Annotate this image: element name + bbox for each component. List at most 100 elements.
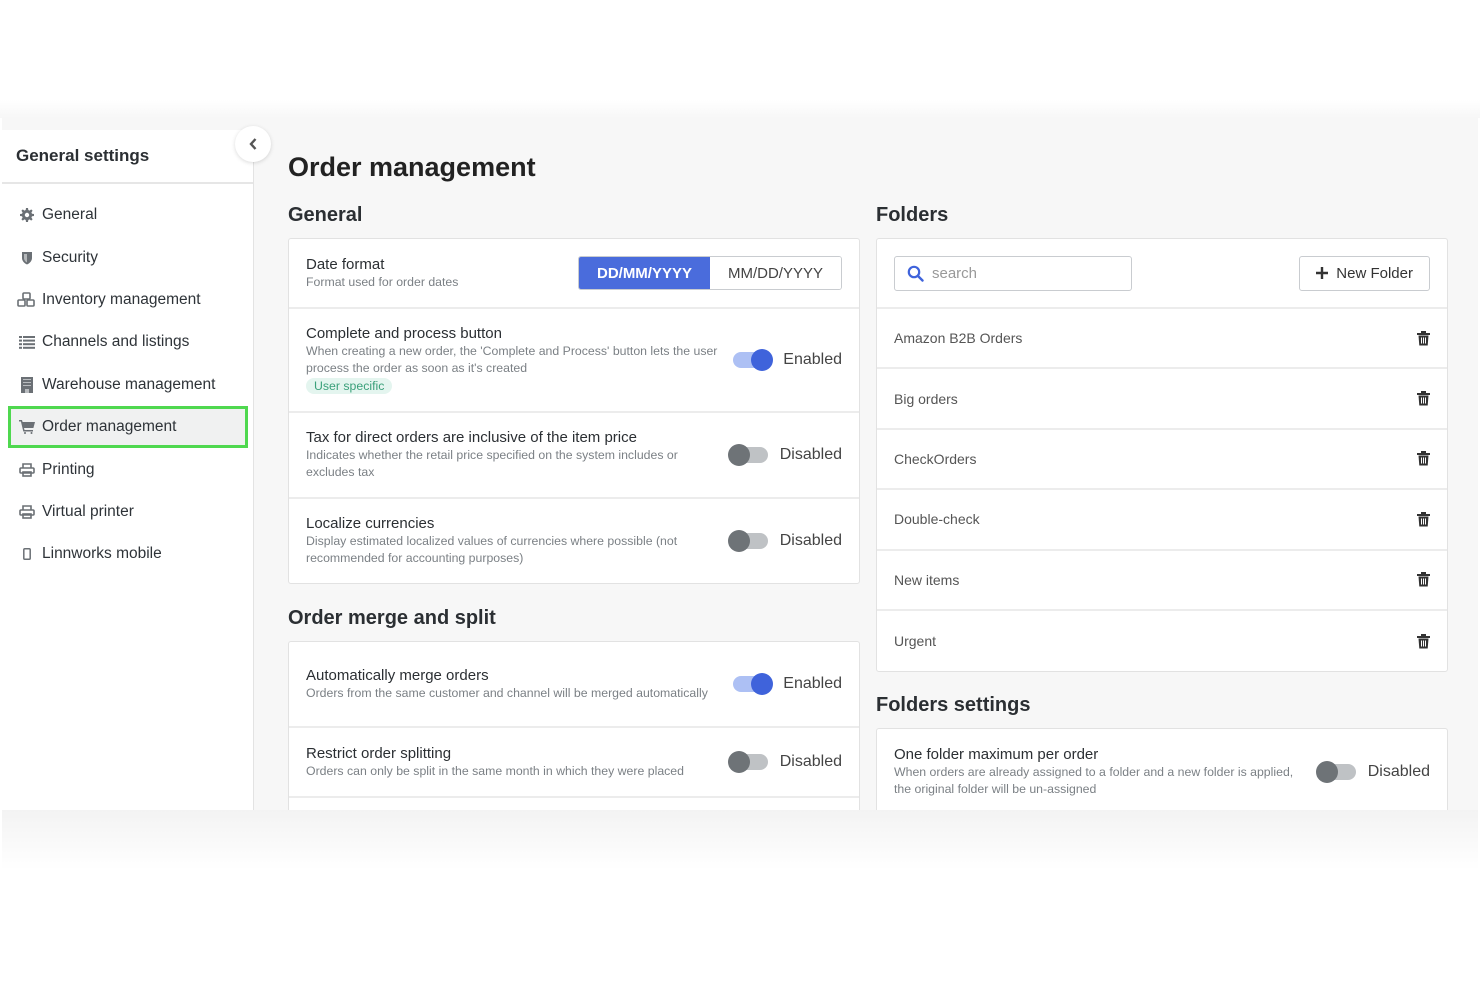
folders-toolbar: New Folder (877, 239, 1447, 309)
sidebar-item-label: General (42, 206, 98, 224)
setting-row-date-format: Date format Format used for order dates … (289, 239, 859, 309)
tax-inclusive-toggle[interactable]: Disabled (727, 444, 842, 466)
trash-icon[interactable] (1417, 633, 1430, 649)
page-title: Order management (288, 152, 536, 182)
sidebar-item-label: Linnworks mobile (42, 545, 162, 563)
sidebar-item-channels-and-listings[interactable]: Channels and listings (2, 321, 253, 363)
sidebar-item-linnworks-mobile[interactable]: Linnworks mobile (2, 533, 253, 575)
setting-row-auto-merge: Automatically merge orders Orders from t… (289, 642, 859, 728)
sidebar-title: General settings (2, 130, 253, 184)
sidebar-item-inventory-management[interactable]: Inventory management (2, 279, 253, 321)
setting-row-tax-inclusive: Tax for direct orders are inclusive of t… (289, 413, 859, 499)
setting-description: Orders can only be split in the same mon… (306, 763, 684, 778)
folder-name: New items (894, 571, 960, 588)
setting-title: Date format (306, 255, 385, 273)
setting-title: One folder maximum per order (894, 746, 1099, 763)
sidebar-item-printing[interactable]: Printing (2, 448, 253, 490)
trash-icon[interactable] (1417, 511, 1430, 527)
sidebar-item-general[interactable]: General (2, 194, 253, 236)
date-format-selector: DD/MM/YYYY MM/DD/YYYY (578, 256, 842, 290)
sidebar-item-label: Virtual printer (42, 502, 134, 520)
chevron-left-icon (249, 138, 257, 150)
toggle-state-label: Disabled (1367, 763, 1430, 780)
folder-list-item[interactable]: CheckOrders (877, 430, 1447, 491)
collapse-sidebar-button[interactable] (235, 126, 271, 162)
setting-title: Restrict order splitting (306, 744, 452, 762)
search-icon (907, 265, 924, 282)
folder-list-item[interactable]: New items (877, 551, 1447, 611)
cubes-icon (16, 292, 38, 308)
folder-search-field[interactable] (894, 255, 1132, 291)
setting-row-localize-currencies: Localize currencies Display estimated lo… (289, 499, 859, 583)
folder-list-item[interactable]: Amazon B2B Orders (877, 309, 1447, 370)
trash-icon[interactable] (1417, 330, 1430, 346)
toggle-state-label: Enabled (783, 675, 842, 692)
merge-split-card: Automatically merge orders Orders from t… (288, 641, 860, 810)
complete-and-process-toggle[interactable]: Enabled (733, 349, 842, 371)
setting-description: When orders are already assigned to a fo… (894, 765, 1294, 796)
sidebar-item-security[interactable]: Security (2, 236, 253, 278)
folder-list-item[interactable]: Big orders (877, 369, 1447, 430)
toggle-state-label: Disabled (779, 753, 842, 770)
setting-title: Tax for direct orders are inclusive of t… (306, 429, 637, 446)
trash-icon[interactable] (1417, 391, 1430, 406)
plus-icon (1316, 267, 1329, 279)
printer-icon (16, 462, 38, 477)
building-icon (16, 376, 38, 393)
setting-description: Display estimated localized values of cu… (306, 534, 678, 565)
list-icon (16, 335, 38, 349)
sidebar-item-label: Order management (42, 418, 177, 436)
sidebar-item-label: Printing (42, 460, 95, 478)
folders-card: New Folder Amazon B2B Orders Big orders Ch… (876, 238, 1448, 673)
sidebar: General settings General Security Invent… (2, 130, 254, 810)
toggle-switch[interactable] (733, 673, 774, 695)
date-format-option-ddmmyyyy[interactable]: DD/MM/YYYY (579, 257, 710, 289)
toggle-switch[interactable] (1315, 761, 1356, 783)
folder-list-item[interactable]: Double-check (877, 490, 1447, 551)
setting-description: Orders from the same customer and channe… (306, 685, 708, 700)
folder-name: Urgent (894, 633, 937, 650)
setting-description: When creating a new order, the 'Complete… (306, 344, 718, 375)
setting-title: Complete and process button (306, 325, 502, 342)
section-title-folders-settings: Folders settings (876, 694, 1031, 716)
trash-icon[interactable] (1417, 572, 1430, 587)
top-fade (0, 100, 1480, 118)
toggle-switch[interactable] (727, 444, 768, 466)
date-format-option-mmddyyyy[interactable]: MM/DD/YYYY (710, 257, 841, 289)
sidebar-item-warehouse-management[interactable]: Warehouse management (2, 364, 253, 406)
shield-icon (16, 251, 38, 265)
folder-name: Amazon B2B Orders (894, 330, 1023, 347)
bottom-fade (2, 810, 1478, 870)
restrict-splitting-toggle[interactable]: Disabled (727, 751, 842, 773)
setting-row-complete-and-process: Complete and process button When creatin… (289, 309, 859, 413)
setting-row-one-folder-max: One folder maximum per order When orders… (877, 729, 1447, 810)
cart-icon (16, 420, 38, 435)
toggle-switch[interactable] (727, 751, 768, 773)
general-settings-card: Date format Format used for order dates … (288, 238, 860, 584)
trash-icon[interactable] (1417, 451, 1430, 466)
folder-search-input[interactable] (932, 264, 1112, 282)
folder-list-item[interactable]: Urgent (877, 611, 1447, 671)
new-folder-button[interactable]: New Folder (1299, 255, 1430, 291)
mobile-icon (16, 548, 38, 561)
sidebar-item-virtual-printer[interactable]: Virtual printer (2, 491, 253, 533)
toggle-switch[interactable] (727, 530, 768, 552)
sidebar-item-label: Inventory management (42, 290, 201, 308)
sidebar-nav: General Security Inventory management Ch… (2, 184, 253, 576)
one-folder-max-toggle[interactable]: Disabled (1315, 761, 1430, 783)
auto-merge-toggle[interactable]: Enabled (733, 673, 842, 695)
localize-currencies-toggle[interactable]: Disabled (727, 530, 842, 552)
folder-list: Amazon B2B Orders Big orders CheckOrders Do… (877, 309, 1447, 671)
section-title-folders: Folders (876, 204, 949, 226)
toggle-switch[interactable] (733, 349, 774, 371)
setting-description: Indicates whether the retail price speci… (306, 448, 678, 479)
setting-row-restrict-splitting: Restrict order splitting Orders can only… (289, 728, 859, 798)
toggle-state-label: Disabled (779, 446, 842, 463)
toggle-state-label: Enabled (783, 351, 842, 368)
user-specific-badge: User specific (306, 378, 393, 394)
section-title-order-merge-and-split: Order merge and split (288, 607, 496, 629)
printer-icon (16, 505, 38, 519)
sidebar-item-label: Warehouse management (42, 375, 216, 393)
sidebar-item-order-management[interactable]: Order management (8, 405, 248, 449)
gear-icon (16, 208, 38, 223)
